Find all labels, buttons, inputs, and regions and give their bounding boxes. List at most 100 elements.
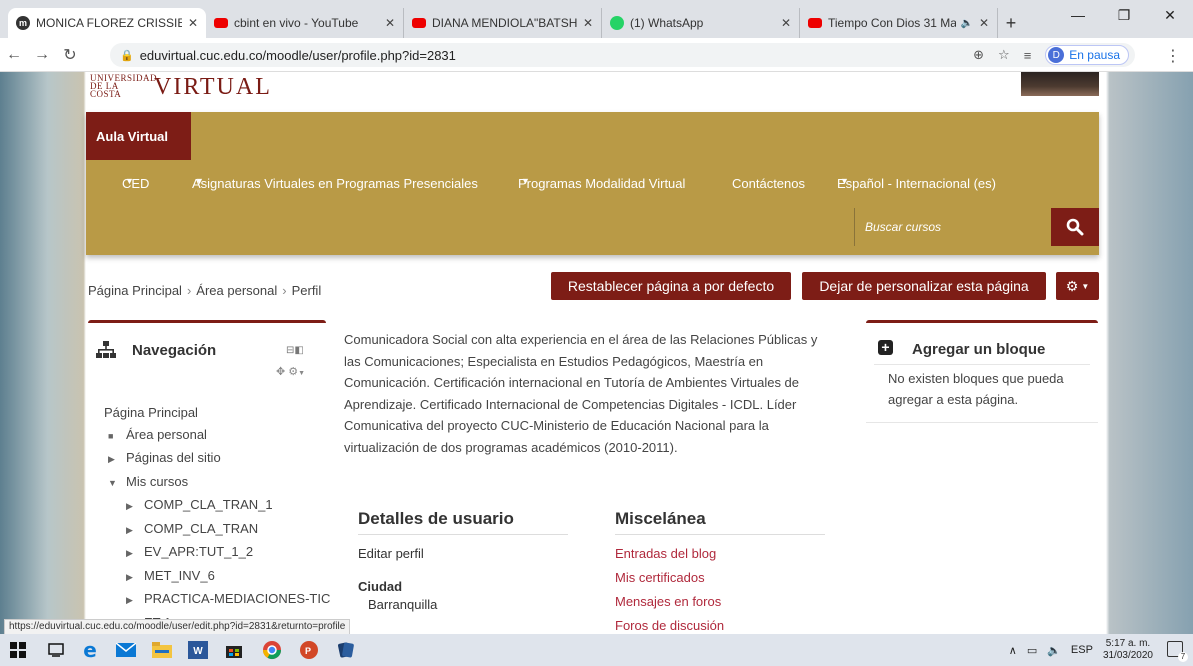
search-input[interactable]: Buscar cursos [854,208,1051,246]
tab-title: (1) WhatsApp [630,16,704,30]
tab-title: Tiempo Con Dios 31 Marz [828,16,957,30]
nav-course[interactable]: ▶ COMP_CLA_TRAN_1 [104,494,330,518]
mail-icon[interactable] [116,640,136,660]
logo-university: UNIVERSIDAD DE LA COSTA [90,73,157,99]
search-button[interactable] [1051,208,1099,246]
nav-item-mis-cursos[interactable]: ▼ Mis cursos [104,471,330,495]
page: UNIVERSIDAD DE LA COSTA VIRTUAL Aula Vir… [86,72,1099,634]
site-logo[interactable]: UNIVERSIDAD DE LA COSTA VIRTUAL [90,72,272,100]
breadcrumb-home[interactable]: Página Principal [88,283,182,298]
reset-page-button[interactable]: Restablecer página a por defecto [551,272,791,300]
user-details-title: Detalles de usuario [358,509,514,528]
tab-title: cbint en vivo - YouTube [234,16,359,30]
profile-button[interactable]: D En pausa [1045,45,1129,65]
url-text: eduvirtual.cuc.edu.co/moodle/user/profil… [139,47,456,63]
city-label: Ciudad [358,579,403,594]
powerpoint-icon[interactable]: P [300,640,320,660]
certificates-link[interactable]: Mis certificados [615,570,705,585]
gear-icon[interactable]: ⚙ [288,366,298,378]
volume-icon[interactable]: 🔈 [1047,644,1061,657]
task-view-icon[interactable] [46,640,66,660]
breadcrumb-area-personal[interactable]: Área personal [196,283,277,298]
bullet-icon: ■ [108,430,114,441]
youtube-icon [214,18,228,28]
aula-virtual-link[interactable]: Aula Virtual [86,112,191,160]
taskbar: e W P ∧ ▭ 🔈 ESP 5:17 a. m. 31/03/2020 7 [0,634,1193,666]
svg-text:P: P [305,646,311,656]
dock-icon[interactable]: ◧ [294,345,303,356]
store-icon[interactable] [224,640,244,660]
nav-course[interactable]: ▶ COMP_CLA_TRAN [104,518,330,542]
speaker-icon[interactable]: 🔈 [960,18,972,29]
browser-tab[interactable]: m MONICA FLOREZ CRISSIEN: Pe ✕ [8,8,206,38]
new-tab-button[interactable]: + [998,8,1024,38]
browser-tab-bar: m MONICA FLOREZ CRISSIEN: Pe ✕ cbint en … [0,0,1193,38]
tab-title: MONICA FLOREZ CRISSIEN: Pe [36,16,182,30]
plus-icon: + [878,340,893,355]
svg-text:W: W [193,646,203,657]
minimize-icon[interactable]: — [1055,0,1101,30]
nav-item-paginas-sitio[interactable]: ▶ Páginas del sitio [104,447,330,471]
nav-course[interactable]: ▶ PRACTICA-MEDIACIONES-TIC [104,588,330,612]
avatar: D [1048,47,1065,63]
close-tab-icon[interactable]: ✕ [979,16,989,30]
browser-tab[interactable]: Tiempo Con Dios 31 Marz 🔈 ✕ [800,8,998,38]
zoom-icon[interactable]: ⊕ [973,47,984,63]
moodle-icon: m [16,16,30,30]
forum-posts-link[interactable]: Mensajes en foros [615,594,721,609]
browser-tab[interactable]: DIANA MENDIOLA"BATSHEVA ✕ [404,8,602,38]
settings-menu-button[interactable]: ⚙ ▼ [1056,272,1099,300]
user-profile-photo[interactable] [1021,72,1099,96]
window-controls: — ❐ ✕ [1055,0,1193,30]
close-window-icon[interactable]: ✕ [1147,0,1193,30]
nav-course[interactable]: ▶ MET_INV_6 [104,565,330,589]
windows-start-icon[interactable] [8,640,28,660]
language-indicator[interactable]: ESP [1071,644,1093,656]
reload-icon[interactable]: ↻ [56,45,84,65]
blog-entries-link[interactable]: Entradas del blog [615,546,716,561]
close-tab-icon[interactable]: ✕ [781,16,791,30]
stop-customizing-button[interactable]: Dejar de personalizar esta página [802,272,1046,300]
chevron-down-icon: ▼ [298,370,306,377]
move-icon[interactable]: ✥ [276,366,285,378]
clock[interactable]: 5:17 a. m. 31/03/2020 [1103,638,1153,662]
edge-icon[interactable]: e [80,638,100,662]
reading-list-icon[interactable]: ≡ [1024,48,1032,63]
restore-icon[interactable]: ❐ [1101,0,1147,30]
file-explorer-icon[interactable] [152,640,172,660]
forward-icon[interactable]: → [28,46,56,64]
breadcrumb-separator: › [186,283,192,298]
clock-date: 31/03/2020 [1102,650,1153,661]
edit-profile-link[interactable]: Editar perfil [358,546,424,561]
browser-tab[interactable]: cbint en vivo - YouTube ✕ [206,8,404,38]
close-tab-icon[interactable]: ✕ [583,16,593,30]
chevron-down-icon: ▼ [125,176,134,186]
close-tab-icon[interactable]: ✕ [385,16,395,30]
nav-item-label: Área personal [126,426,207,442]
notification-icon[interactable]: 7 [1167,641,1188,662]
back-icon[interactable]: ← [0,46,28,64]
chevron-right-icon: ▶ [126,524,133,535]
nav-item-area-personal[interactable]: ■ Área personal [104,424,330,448]
nav-course[interactable]: ▶ EV_APR:TUT_1_2 [104,541,330,565]
close-tab-icon[interactable]: ✕ [188,16,198,30]
solitaire-icon[interactable] [336,640,356,660]
battery-icon[interactable]: ▭ [1027,644,1037,657]
word-icon[interactable]: W [188,640,208,660]
course-label: PRACTICA-MEDIACIONES-TIC [144,591,331,606]
menu-icon[interactable]: ⋮ [1165,46,1181,66]
breadcrumb: Página Principal › Área personal › Perfil [88,283,321,298]
star-icon[interactable]: ☆ [998,47,1010,63]
chevron-down-icon: ▼ [195,176,204,186]
chevron-up-icon[interactable]: ∧ [1009,644,1017,657]
block-controls: ⊟◧ [286,345,304,356]
page-viewport: UNIVERSIDAD DE LA COSTA VIRTUAL Aula Vir… [0,72,1193,634]
forum-discussions-link[interactable]: Foros de discusión [615,618,724,633]
browser-tab[interactable]: (1) WhatsApp ✕ [602,8,800,38]
url-field[interactable]: 🔒 eduvirtual.cuc.edu.co/moodle/user/prof… [110,43,1135,67]
youtube-icon [808,18,822,28]
status-url-tooltip: https://eduvirtual.cuc.edu.co/moodle/use… [4,619,351,635]
misc-title: Miscelánea [615,509,706,528]
nav-item-home[interactable]: Página Principal [104,402,330,424]
chrome-icon[interactable] [262,640,282,660]
